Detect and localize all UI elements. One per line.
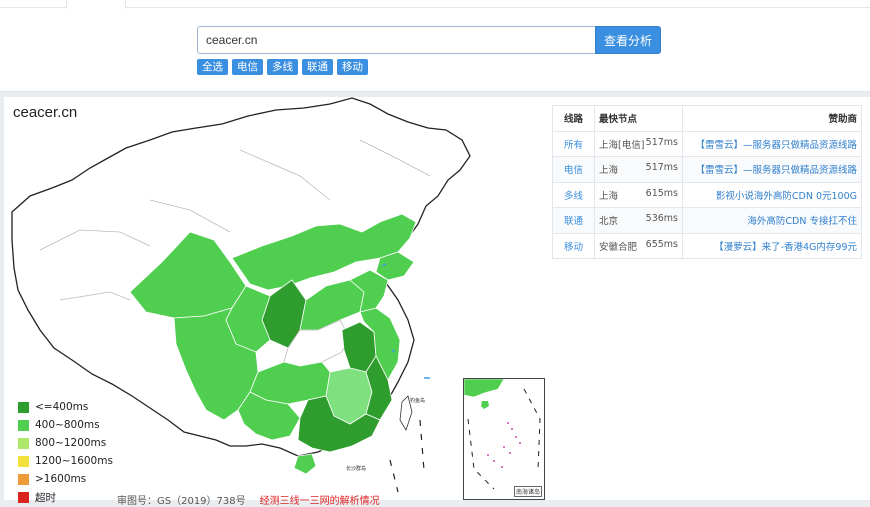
latency-value: 517ms xyxy=(645,162,678,174)
map-approval-number: 审图号：GS（2019）738号 xyxy=(117,496,246,507)
col-sponsor-header: 赞助商 xyxy=(682,105,862,132)
legend-swatch xyxy=(18,401,29,413)
node-name: 北京 xyxy=(599,216,619,228)
filter-mobile-button[interactable]: 移动 xyxy=(337,59,368,75)
legend-item: >1600ms xyxy=(18,470,113,488)
inset-dashes xyxy=(467,388,541,490)
line-cell: 联通 xyxy=(552,207,595,234)
sponsor-link[interactable]: 【雷雪云】—服务器只做精品资源线路 xyxy=(682,130,862,157)
node-cell: 北京 536ms xyxy=(594,207,683,234)
legend-label: <=400ms xyxy=(35,401,89,413)
sponsor-link[interactable]: 海外高防CDN 专接扛不住 xyxy=(682,207,862,234)
legend-label: 超时 xyxy=(35,491,56,504)
south-china-sea-inset: 南海诸岛 xyxy=(463,378,545,500)
inset-map xyxy=(464,379,541,490)
line-cell: 移动 xyxy=(552,232,595,259)
latency-value: 655ms xyxy=(645,238,678,250)
table-row: 移动 安徽合肥 655ms 【漫萝云】来了-香港4G内存99元 xyxy=(552,232,862,259)
legend-item: 1200~1600ms xyxy=(18,452,113,470)
node-cell: 上海[电信] 517ms xyxy=(594,130,683,157)
inset-coast xyxy=(464,379,505,398)
search-input[interactable] xyxy=(197,26,595,54)
line-filter-group: 全选 电信 多线 联通 移动 xyxy=(197,59,368,75)
legend-item: <=400ms xyxy=(18,398,113,416)
node-cell: 上海 517ms xyxy=(594,156,683,183)
latency-value: 536ms xyxy=(645,213,678,225)
analyze-button[interactable]: 查看分析 xyxy=(595,26,661,54)
node-name: 安徽合肥 xyxy=(599,241,638,253)
table-row: 联通 北京 536ms 海外高防CDN 专接扛不住 xyxy=(552,207,862,234)
sponsor-link[interactable]: 【雷雪云】—服务器只做精品资源线路 xyxy=(682,156,862,183)
node-name: 上海 xyxy=(599,190,619,202)
legend-item: 800~1200ms xyxy=(18,434,113,452)
legend-swatch xyxy=(18,437,29,449)
table-row: 多线 上海 615ms 影视小说海外高防CDN 0元100G xyxy=(552,181,862,208)
fastest-node-table: 线路 最快节点 赞助商 所有 上海[电信] 517ms 【雷雪云】—服务器只做精品… xyxy=(552,105,862,259)
filter-unicom-button[interactable]: 联通 xyxy=(302,59,333,75)
island-label-2: 钓鱼岛 xyxy=(410,397,425,404)
filter-telecom-button[interactable]: 电信 xyxy=(232,59,263,75)
south-sea-dashes xyxy=(389,419,425,493)
island-label-1: 长沙群岛 xyxy=(346,465,366,472)
line-cell: 多线 xyxy=(552,181,595,208)
legend-swatch xyxy=(18,419,29,431)
table-row: 电信 上海 517ms 【雷雪云】—服务器只做精品资源线路 xyxy=(552,156,862,183)
legend-swatch xyxy=(18,491,29,503)
inset-caption: 南海诸岛 xyxy=(513,486,542,497)
inset-reefs xyxy=(487,422,521,468)
line-cell: 所有 xyxy=(552,130,595,157)
filter-all-button[interactable]: 全选 xyxy=(197,59,228,75)
col-node-header: 最快节点 xyxy=(594,105,683,132)
legend-label: 400~800ms xyxy=(35,419,100,431)
latency-legend: <=400ms 400~800ms 800~1200ms 1200~1600ms… xyxy=(18,398,113,506)
node-cell: 安徽合肥 655ms xyxy=(594,232,683,259)
search-row: 查看分析 xyxy=(197,26,661,54)
inset-island xyxy=(481,401,489,409)
region-hainan xyxy=(293,453,317,475)
legend-swatch xyxy=(18,455,29,467)
legend-item: 400~800ms xyxy=(18,416,113,434)
map-note: 经测三线一三网的解析情况 xyxy=(259,496,380,507)
node-name: 上海 xyxy=(599,165,619,177)
tab-active[interactable] xyxy=(66,0,126,9)
line-cell: 电信 xyxy=(552,156,595,183)
tab-strip xyxy=(0,0,870,9)
col-line-header: 线路 xyxy=(552,105,595,132)
sponsor-link[interactable]: 影视小说海外高防CDN 0元100G xyxy=(682,181,862,208)
node-name: 上海[电信] xyxy=(599,139,645,151)
search-header: 查看分析 全选 电信 多线 联通 移动 xyxy=(0,0,870,92)
legend-label: 1200~1600ms xyxy=(35,455,113,467)
latency-value: 517ms xyxy=(645,136,678,148)
legend-label: 800~1200ms xyxy=(35,437,107,449)
latency-value: 615ms xyxy=(645,187,678,199)
legend-item: 超时 xyxy=(18,488,113,506)
legend-swatch xyxy=(18,473,29,485)
legend-label: >1600ms xyxy=(35,473,87,485)
filter-multiline-button[interactable]: 多线 xyxy=(267,59,298,75)
node-cell: 上海 615ms xyxy=(594,181,683,208)
sponsor-link[interactable]: 【漫萝云】来了-香港4G内存99元 xyxy=(682,232,862,259)
table-header-row: 线路 最快节点 赞助商 xyxy=(552,105,862,132)
table-row: 所有 上海[电信] 517ms 【雷雪云】—服务器只做精品资源线路 xyxy=(552,130,862,157)
